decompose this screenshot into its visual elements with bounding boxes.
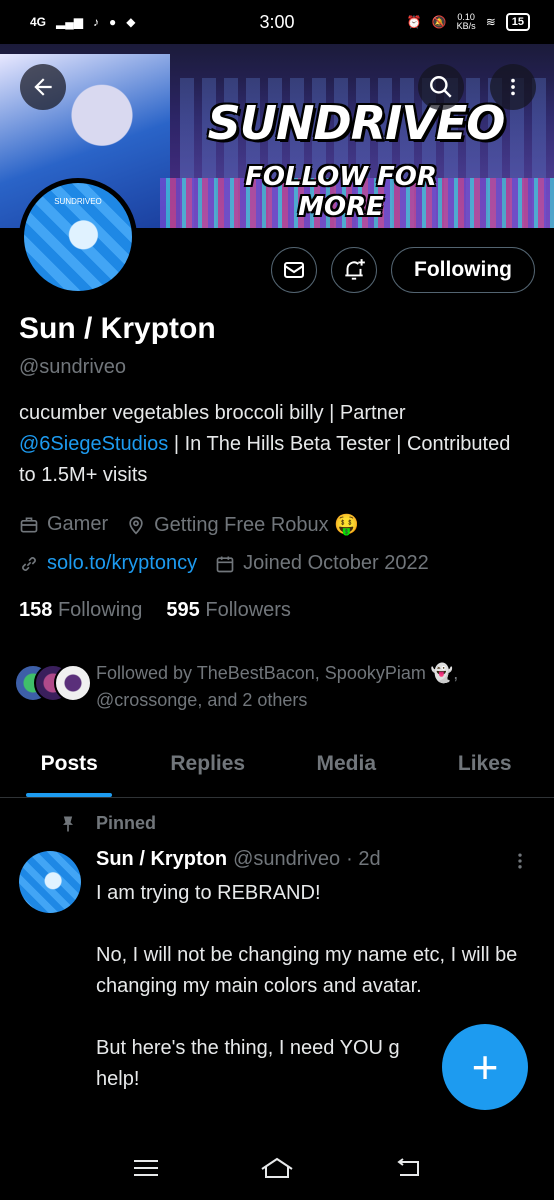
banner-title: SUNDRIVEO xyxy=(207,96,506,150)
mute-icon: 🔕 xyxy=(431,15,447,29)
follow-counts: 158 Following 595 Followers xyxy=(19,599,291,622)
tab-replies[interactable]: Replies xyxy=(139,732,278,797)
follower-avatar xyxy=(54,664,92,702)
more-vertical-icon xyxy=(518,853,522,869)
signal-icon: ▂▄▆ xyxy=(56,15,83,29)
tab-likes[interactable]: Likes xyxy=(416,732,554,797)
profile-location: Getting Free Robux 🤑 xyxy=(154,514,360,536)
back-nav-button[interactable] xyxy=(386,1146,430,1190)
following-button[interactable]: Following xyxy=(391,247,535,293)
profile-meta-row-1: Gamer Getting Free Robux 🤑 xyxy=(19,512,359,537)
tab-media[interactable]: Media xyxy=(277,732,416,797)
message-icon: ● xyxy=(108,15,117,29)
search-icon xyxy=(430,76,452,98)
profile-tabs: Posts Replies Media Likes xyxy=(0,732,554,798)
menu-icon xyxy=(133,1160,158,1176)
plus-icon: + xyxy=(471,1041,499,1093)
back-icon xyxy=(397,1158,420,1176)
net-speed: 0.10 KB/s xyxy=(456,12,476,31)
calendar-icon xyxy=(215,554,235,574)
followers-count-link[interactable]: 595 Followers xyxy=(166,599,291,622)
profile-avatar[interactable]: SUNDRIVEO xyxy=(19,178,137,296)
profile-website-link[interactable]: solo.to/kryptoncy xyxy=(47,552,197,575)
recents-button[interactable] xyxy=(124,1146,168,1190)
wifi-icon: ≋ xyxy=(485,15,496,29)
bell-plus-icon xyxy=(345,259,365,280)
alarm-icon: ⏰ xyxy=(406,15,422,29)
profile-handle: @sundriveo xyxy=(19,356,127,378)
home-button[interactable] xyxy=(255,1146,299,1190)
mail-icon xyxy=(284,262,305,278)
briefcase-icon xyxy=(19,515,39,535)
following-count-link[interactable]: 158 Following xyxy=(19,599,142,622)
status-right: ⏰ 🔕 0.10 KB/s ≋ 15 xyxy=(407,13,530,31)
pinned-label: Pinned xyxy=(96,813,157,833)
more-vertical-icon xyxy=(511,78,515,96)
followed-by-avatars xyxy=(14,664,92,704)
profile-bio: cucumber vegetables broccoli billy | Par… xyxy=(19,398,529,491)
system-navigation-bar xyxy=(0,1136,554,1200)
status-left: 4G ▂▄▆ ♪ ● ◆ xyxy=(30,15,135,29)
back-button[interactable] xyxy=(20,64,66,110)
post-header: Sun / Krypton @sundriveo · 2d xyxy=(96,848,381,871)
diamond-icon: ◆ xyxy=(126,15,136,29)
followed-by-text: Followed by TheBestBacon, SpookyPiam 👻, … xyxy=(96,663,459,710)
tiktok-icon: ♪ xyxy=(92,15,99,29)
followed-by-row[interactable]: Followed by TheBestBacon, SpookyPiam 👻, … xyxy=(14,660,526,714)
post-author-avatar[interactable] xyxy=(19,851,81,913)
tab-posts[interactable]: Posts xyxy=(0,732,139,797)
bio-text: cucumber vegetables broccoli billy | Par… xyxy=(19,402,406,424)
post-more-button[interactable] xyxy=(510,850,530,878)
post-author-name[interactable]: Sun / Krypton xyxy=(96,848,227,871)
home-icon xyxy=(261,1157,293,1178)
arrow-left-icon xyxy=(34,78,52,96)
compose-post-button[interactable]: + xyxy=(442,1024,528,1110)
message-button[interactable] xyxy=(271,247,318,293)
more-options-button[interactable] xyxy=(490,64,536,110)
battery-indicator: 15 xyxy=(505,13,530,31)
notifications-button[interactable] xyxy=(331,247,378,293)
pinned-indicator: Pinned xyxy=(58,813,156,834)
avatar-label: SUNDRIVEO xyxy=(54,197,102,206)
profile-meta-row-2: solo.to/kryptoncy Joined October 2022 xyxy=(19,552,429,575)
post-author-handle: @sundriveo xyxy=(233,848,341,870)
banner-subtitle: FOLLOW FOR MORE xyxy=(245,162,437,222)
post-time: · 2d xyxy=(346,848,381,870)
profile-name: Sun / Krypton xyxy=(19,312,216,345)
search-button[interactable] xyxy=(418,64,464,110)
profile-actions: Following xyxy=(271,247,535,293)
network-indicator: 4G xyxy=(30,15,47,29)
bio-mention-link[interactable]: @6SiegeStudios xyxy=(19,433,168,455)
location-icon xyxy=(126,515,146,535)
profile-joined-date: Joined October 2022 xyxy=(243,552,429,574)
profile-category: Gamer xyxy=(47,513,109,535)
link-icon xyxy=(19,554,39,574)
status-bar: 4G ▂▄▆ ♪ ● ◆ 3:00 ⏰ 🔕 0.10 KB/s ≋ 15 xyxy=(0,0,554,44)
pin-icon xyxy=(63,816,73,831)
